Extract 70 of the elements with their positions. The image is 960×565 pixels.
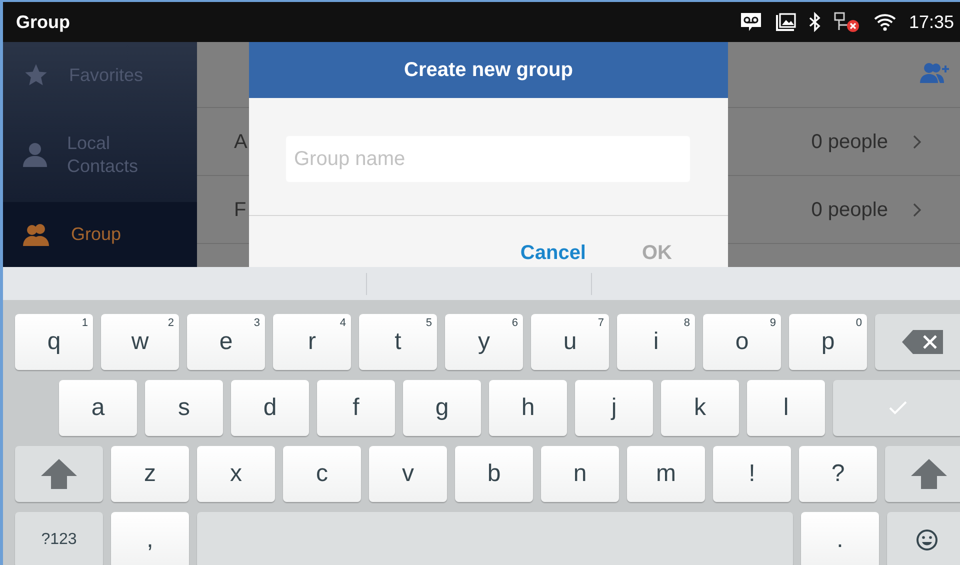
key[interactable]: q 1 xyxy=(15,314,93,370)
emoji-key[interactable] xyxy=(887,512,960,565)
key[interactable]: o 9 xyxy=(703,314,781,370)
key[interactable]: k xyxy=(661,380,739,436)
key[interactable]: u 7 xyxy=(531,314,609,370)
key[interactable]: l xyxy=(747,380,825,436)
clock: 17:35 xyxy=(908,10,954,34)
member-count: 0 people xyxy=(811,130,888,154)
backspace-key[interactable] xyxy=(875,314,960,370)
number-hint: 2 xyxy=(168,316,174,331)
number-hint: 5 xyxy=(426,316,432,331)
key[interactable]: a xyxy=(59,380,137,436)
network-error-icon xyxy=(832,11,861,33)
key[interactable]: , xyxy=(111,512,189,565)
key[interactable]: s xyxy=(145,380,223,436)
key[interactable]: v xyxy=(369,446,447,502)
chevron-right-icon[interactable] xyxy=(912,134,922,150)
add-group-icon[interactable] xyxy=(920,62,950,84)
group-name: F xyxy=(234,198,246,222)
star-icon xyxy=(23,62,49,88)
group-name: A xyxy=(234,130,248,154)
key[interactable]: g xyxy=(403,380,481,436)
key[interactable]: h xyxy=(489,380,567,436)
key[interactable]: d xyxy=(231,380,309,436)
key[interactable]: e 3 xyxy=(187,314,265,370)
key[interactable]: ! xyxy=(713,446,791,502)
picture-icon xyxy=(774,12,797,32)
key[interactable]: r 4 xyxy=(273,314,351,370)
dialog-button[interactable]: Cancel xyxy=(520,238,586,267)
number-hint: 3 xyxy=(254,316,260,331)
key[interactable]: c xyxy=(283,446,361,502)
wifi-icon xyxy=(872,12,897,32)
check-icon xyxy=(889,401,907,415)
number-hint: 9 xyxy=(770,316,776,331)
chevron-right-icon[interactable] xyxy=(912,202,922,218)
number-hint: 8 xyxy=(684,316,690,331)
person-icon xyxy=(23,142,47,168)
key[interactable]: y 6 xyxy=(445,314,523,370)
key[interactable]: j xyxy=(575,380,653,436)
key[interactable]: b xyxy=(455,446,533,502)
voicemail-icon xyxy=(738,11,763,33)
dialog-title: Create new group xyxy=(249,42,728,98)
key[interactable]: f xyxy=(317,380,395,436)
key[interactable]: z xyxy=(111,446,189,502)
key[interactable]: ? xyxy=(799,446,877,502)
backspace-icon xyxy=(901,329,945,355)
shift-key[interactable] xyxy=(15,446,103,502)
symbols-key[interactable]: ?123 xyxy=(15,512,103,565)
shift-arrow-icon xyxy=(40,458,78,490)
key[interactable]: m xyxy=(627,446,705,502)
key[interactable]: i 8 xyxy=(617,314,695,370)
number-hint: 6 xyxy=(512,316,518,331)
key[interactable]: t 5 xyxy=(359,314,437,370)
people-icon xyxy=(23,222,51,246)
key[interactable]: x xyxy=(197,446,275,502)
number-hint: 4 xyxy=(340,316,346,331)
shift-key[interactable] xyxy=(885,446,960,502)
group-name-field[interactable]: Group name xyxy=(286,136,690,182)
number-hint: 7 xyxy=(598,316,604,331)
key[interactable]: . xyxy=(801,512,879,565)
key[interactable]: p 0 xyxy=(789,314,867,370)
shift-arrow-icon xyxy=(910,458,948,490)
number-hint: 1 xyxy=(82,316,88,331)
bluetooth-icon xyxy=(808,12,821,32)
key[interactable]: n xyxy=(541,446,619,502)
number-hint: 0 xyxy=(856,316,862,331)
app-title: Group xyxy=(16,10,70,34)
smiley-icon xyxy=(916,529,938,551)
key[interactable]: w 2 xyxy=(101,314,179,370)
member-count: 0 people xyxy=(811,198,888,222)
